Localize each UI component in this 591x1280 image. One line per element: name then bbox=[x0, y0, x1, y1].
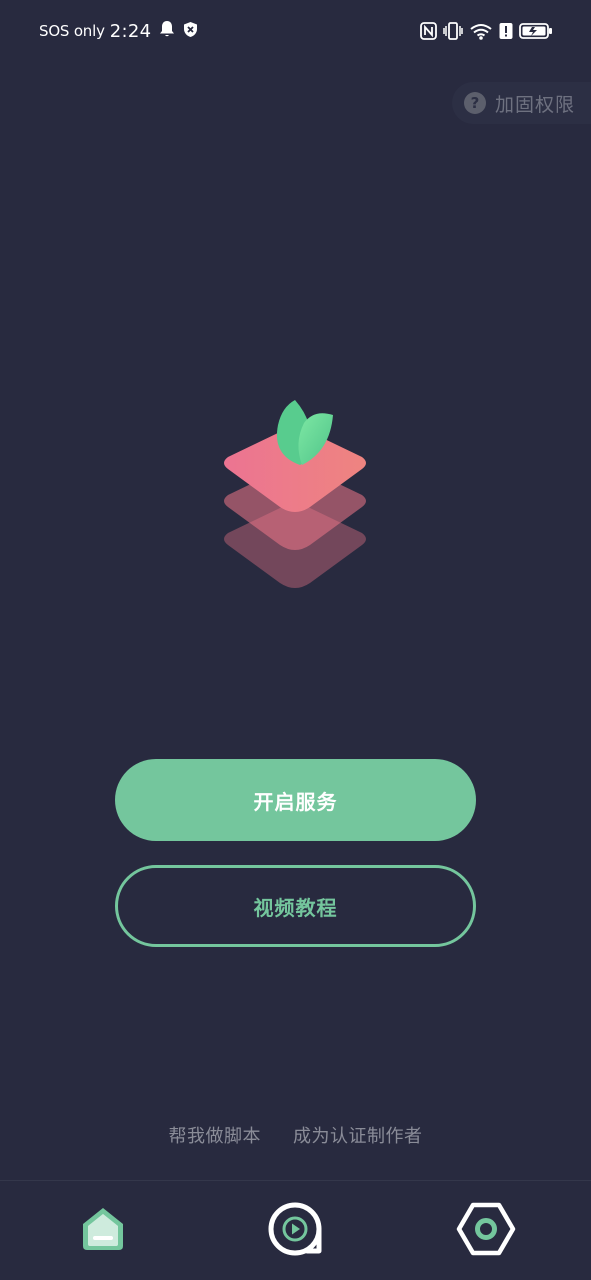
start-service-button[interactable]: 开启服务 bbox=[115, 759, 476, 841]
become-certified-author-link[interactable]: 成为认证制作者 bbox=[293, 1122, 423, 1150]
harden-permission-label: 加固权限 bbox=[495, 93, 576, 116]
bottom-navigation bbox=[0, 1180, 591, 1280]
help-icon: ? bbox=[464, 92, 486, 114]
harden-permission-button[interactable]: ? 加固权限 bbox=[452, 82, 591, 124]
carrier-text: SOS only bbox=[39, 22, 105, 40]
battery-icon bbox=[519, 22, 553, 44]
help-make-script-link[interactable]: 帮我做脚本 bbox=[169, 1122, 262, 1150]
clock-text: 2:24 bbox=[109, 20, 152, 42]
status-bar-right bbox=[420, 22, 553, 44]
nav-tab-settings[interactable] bbox=[451, 1199, 521, 1263]
status-bar-left: SOS only 2:24 bbox=[39, 20, 198, 42]
wifi-icon bbox=[469, 22, 493, 44]
status-bar: SOS only 2:24 bbox=[0, 0, 591, 66]
app-logo bbox=[210, 395, 380, 600]
app-screen: SOS only 2:24 ? 加固权限 开启服务 视频教程 帮我做脚本 成为认… bbox=[0, 0, 591, 1280]
play-circle-icon bbox=[267, 1201, 323, 1261]
nav-tab-video[interactable] bbox=[260, 1199, 330, 1263]
bottom-links: 帮我做脚本 成为认证制作者 bbox=[0, 1122, 591, 1150]
alert-icon bbox=[499, 22, 513, 44]
nav-tab-home[interactable] bbox=[68, 1199, 138, 1263]
bell-icon bbox=[159, 20, 175, 42]
vibrate-icon bbox=[443, 22, 463, 44]
hexagon-gear-icon bbox=[456, 1201, 516, 1261]
nfc-icon bbox=[420, 22, 437, 44]
video-tutorial-button[interactable]: 视频教程 bbox=[115, 865, 476, 947]
home-icon bbox=[79, 1205, 127, 1257]
shield-icon bbox=[183, 21, 198, 42]
